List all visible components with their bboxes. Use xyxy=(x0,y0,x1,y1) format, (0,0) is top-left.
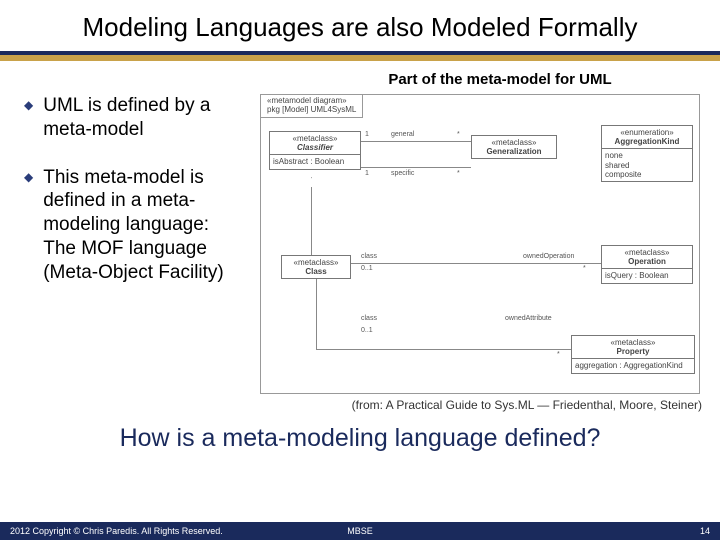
stereotype-label: «metaclass» xyxy=(605,248,689,257)
diagram-tab: «metamodel diagram» pkg [Model] UML4SysM… xyxy=(260,94,363,118)
enum-literal: composite xyxy=(605,170,689,179)
connector xyxy=(311,177,312,255)
multiplicity-label: 1 xyxy=(365,170,369,177)
class-attr: isQuery : Boolean xyxy=(602,269,692,282)
multiplicity-label: * xyxy=(457,170,460,177)
class-name: Generalization xyxy=(475,147,553,156)
bullet-item: ◆ This meta-model is defined in a meta-m… xyxy=(24,166,254,285)
multiplicity-label: 0..1 xyxy=(361,265,373,272)
box-generalization: «metaclass» Generalization xyxy=(471,135,557,159)
multiplicity-label: * xyxy=(457,131,460,138)
role-label: ownedOperation xyxy=(523,253,574,260)
bullet-text: UML is defined by a meta-model xyxy=(43,94,254,142)
diagram-subtitle: Part of the meta-model for UML xyxy=(0,69,720,94)
stereotype-label: «enumeration» xyxy=(605,128,689,137)
stereotype-label: «metaclass» xyxy=(285,258,347,267)
bullet-column: ◆ UML is defined by a meta-model ◆ This … xyxy=(24,94,254,394)
multiplicity-label: 0..1 xyxy=(361,327,373,334)
multiplicity-label: * xyxy=(583,265,586,272)
connector xyxy=(351,263,601,264)
connector xyxy=(361,141,471,142)
role-label: class xyxy=(361,253,377,260)
connector xyxy=(316,349,571,350)
box-operation: «metaclass» Operation isQuery : Boolean xyxy=(601,245,693,284)
uml-diagram: «metamodel diagram» pkg [Model] UML4SysM… xyxy=(260,94,700,394)
diamond-bullet-icon: ◆ xyxy=(24,170,33,184)
connector xyxy=(361,167,471,168)
inheritance-arrowhead-icon xyxy=(305,177,317,187)
footer-page-number: 14 xyxy=(700,526,710,536)
multiplicity-label: 1 xyxy=(365,131,369,138)
slide-title: Modeling Languages are also Modeled Form… xyxy=(0,0,720,51)
title-underline xyxy=(0,51,720,61)
stereotype-label: «metaclass» xyxy=(273,134,357,143)
diagram-tab-name: pkg [Model] UML4SysML xyxy=(267,106,356,115)
footer-bar: 2012 Copyright © Chris Paredis. All Righ… xyxy=(0,522,720,540)
box-aggregationkind: «enumeration» AggregationKind none share… xyxy=(601,125,693,182)
class-name: Operation xyxy=(605,257,689,266)
bullet-item: ◆ UML is defined by a meta-model xyxy=(24,94,254,142)
class-name: Property xyxy=(575,347,691,356)
stereotype-label: «metaclass» xyxy=(475,138,553,147)
role-label: specific xyxy=(391,170,414,177)
footer-center: MBSE xyxy=(347,526,373,536)
stereotype-label: «metaclass» xyxy=(575,338,691,347)
bullet-text: This meta-model is defined in a meta-mod… xyxy=(43,166,254,285)
box-classifier: «metaclass» Classifier isAbstract : Bool… xyxy=(269,131,361,170)
diamond-bullet-icon: ◆ xyxy=(24,98,33,112)
box-class: «metaclass» Class xyxy=(281,255,351,279)
multiplicity-label: * xyxy=(557,351,560,358)
content-area: ◆ UML is defined by a meta-model ◆ This … xyxy=(0,94,720,394)
role-label: general xyxy=(391,131,414,138)
class-name: AggregationKind xyxy=(605,137,689,146)
class-attr: isAbstract : Boolean xyxy=(270,155,360,168)
class-name: Class xyxy=(285,267,347,276)
connector xyxy=(316,279,317,349)
question-text: How is a meta-modeling language defined? xyxy=(0,412,720,453)
role-label: ownedAttribute xyxy=(505,315,552,322)
citation-text: (from: A Practical Guide to Sys.ML — Fri… xyxy=(0,394,720,412)
enum-literal: shared xyxy=(605,161,689,170)
role-label: class xyxy=(361,315,377,322)
class-attr: aggregation : AggregationKind xyxy=(572,359,694,372)
box-property: «metaclass» Property aggregation : Aggre… xyxy=(571,335,695,374)
diagram-column: «metamodel diagram» pkg [Model] UML4SysM… xyxy=(260,94,710,394)
enum-literal: none xyxy=(605,151,689,160)
class-name: Classifier xyxy=(273,143,357,152)
footer-copyright: 2012 Copyright © Chris Paredis. All Righ… xyxy=(10,526,223,536)
